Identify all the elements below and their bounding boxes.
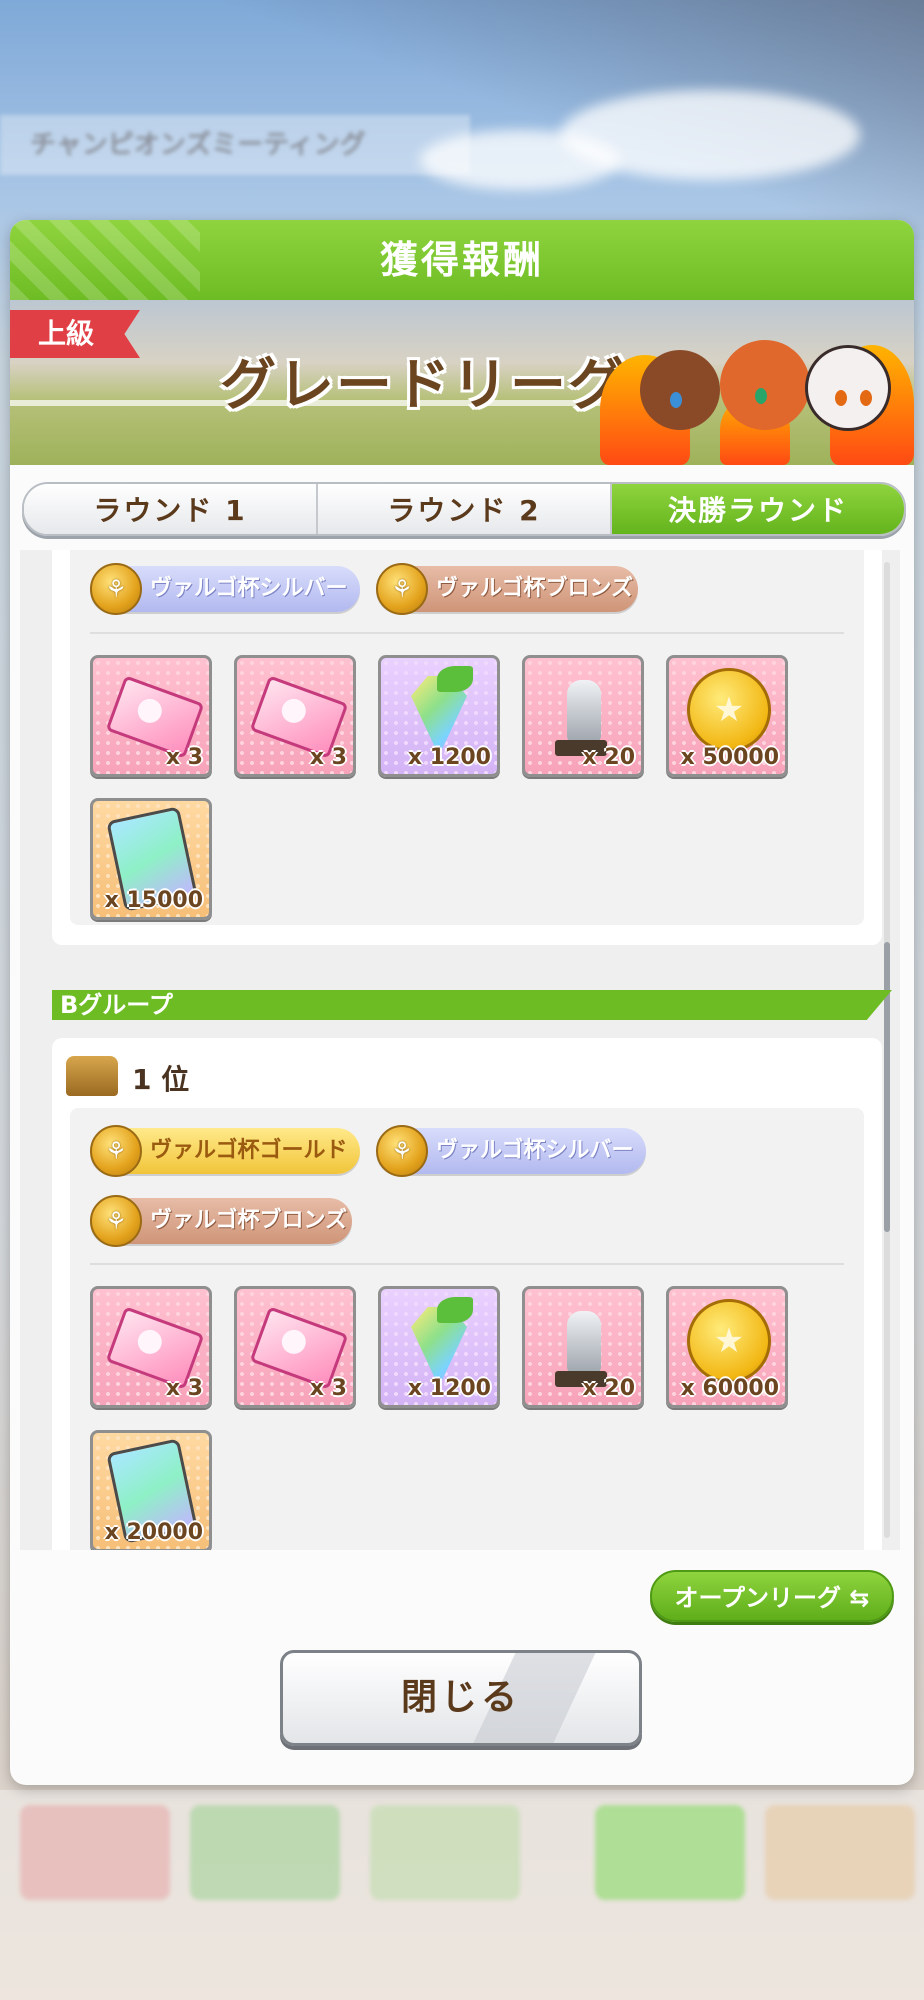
header-pattern	[10, 220, 200, 300]
item-quantity: x 3	[309, 745, 347, 770]
trophy-medal-icon: ⚘	[90, 1195, 142, 1247]
reward-item[interactable]: x 1200	[378, 1286, 500, 1408]
modal-header: 獲得報酬	[10, 220, 914, 300]
reward-item[interactable]: x 3	[234, 655, 356, 777]
tab-final-round[interactable]: 決勝ラウンド	[612, 484, 904, 534]
tier-badge: 上級	[10, 310, 140, 358]
trophy-medal-icon: ⚘	[90, 563, 142, 615]
reward-modal: 獲得報酬 上級 グレードリーグ ラウンド 1 ラウンド 2 決勝ラウンド ⚘ ヴ…	[10, 220, 914, 1785]
gold-coin-icon	[687, 668, 771, 752]
close-button-label: 閉じる	[400, 1677, 521, 1718]
reward-item[interactable]: x 60000	[666, 1286, 788, 1408]
scrollbar-thumb[interactable]	[884, 942, 890, 1232]
trophy-medal-icon: ⚘	[376, 1125, 428, 1177]
open-league-button[interactable]: オープンリーグ ⇆	[650, 1570, 894, 1622]
item-quantity: x 60000	[680, 1376, 779, 1401]
reward-item[interactable]: x 15000	[90, 798, 212, 920]
background-nav-tile	[595, 1805, 745, 1900]
trophy-chip-bronze: ⚘ ヴァルゴ杯ブロンズ	[90, 1195, 352, 1247]
modal-title: 獲得報酬	[379, 238, 544, 282]
group-b-header: Bグループ	[52, 990, 892, 1020]
item-quantity: x 50000	[680, 745, 779, 770]
league-banner: 上級 グレードリーグ	[10, 300, 914, 465]
item-quantity: x 1200	[407, 1376, 491, 1401]
item-quantity: x 20	[582, 745, 635, 770]
background-nav-tile	[190, 1805, 340, 1900]
character-illustration	[600, 300, 914, 465]
reward-item[interactable]: x 3	[234, 1286, 356, 1408]
background-nav-tile	[20, 1805, 170, 1900]
background-nav-tile	[765, 1805, 915, 1900]
horse-statue-icon	[567, 680, 601, 742]
reward-panel: ⚘ ヴァルゴ杯ゴールド ⚘ ヴァルゴ杯シルバー ⚘ ヴァルゴ杯ブロンズ x 3	[70, 1108, 864, 1550]
reward-list[interactable]: ⚘ ヴァルゴ杯シルバー ⚘ ヴァルゴ杯ブロンズ x 3 x 3 x 1200 x…	[20, 550, 900, 1550]
trophy-chip-silver: ⚘ ヴァルゴ杯シルバー	[90, 563, 360, 615]
group-a-reward-card: ⚘ ヴァルゴ杯シルバー ⚘ ヴァルゴ杯ブロンズ x 3 x 3 x 1200 x…	[52, 550, 882, 945]
item-quantity: x 3	[165, 745, 203, 770]
trophy-chip-gold: ⚘ ヴァルゴ杯ゴールド	[90, 1125, 360, 1177]
item-quantity: x 1200	[407, 745, 491, 770]
background-nav-tile	[370, 1805, 520, 1900]
reward-item[interactable]: x 20	[522, 1286, 644, 1408]
reward-item[interactable]: x 3	[90, 655, 212, 777]
item-quantity: x 20	[582, 1376, 635, 1401]
horse-statue-icon	[567, 1311, 601, 1373]
tab-round-1[interactable]: ラウンド 1	[24, 484, 318, 534]
reward-panel: ⚘ ヴァルゴ杯シルバー ⚘ ヴァルゴ杯ブロンズ x 3 x 3 x 1200 x…	[70, 550, 864, 925]
reward-item[interactable]: x 20	[522, 655, 644, 777]
scrollbar[interactable]	[884, 562, 890, 1538]
reward-item[interactable]: x 50000	[666, 655, 788, 777]
group-b-reward-card: 1 位 ⚘ ヴァルゴ杯ゴールド ⚘ ヴァルゴ杯シルバー ⚘ ヴァルゴ杯ブロンズ	[52, 1038, 882, 1550]
league-title: グレードリーグ	[220, 353, 626, 418]
item-quantity: x 3	[309, 1376, 347, 1401]
divider	[90, 1263, 844, 1265]
gold-coin-icon	[687, 1299, 771, 1383]
background-event-banner: チャンピオンズミーティング	[0, 115, 470, 175]
trophy-medal-icon: ⚘	[90, 1125, 142, 1177]
reward-item[interactable]: x 20000	[90, 1430, 212, 1550]
item-quantity: x 3	[165, 1376, 203, 1401]
trophy-chip-bronze: ⚘ ヴァルゴ杯ブロンズ	[376, 563, 638, 615]
item-quantity: x 20000	[104, 1520, 203, 1545]
reward-item[interactable]: x 3	[90, 1286, 212, 1408]
treasure-chest-icon	[66, 1056, 118, 1096]
divider	[90, 632, 844, 634]
round-tabs: ラウンド 1 ラウンド 2 決勝ラウンド	[22, 482, 906, 536]
trophy-medal-icon: ⚘	[376, 563, 428, 615]
reward-item[interactable]: x 1200	[378, 655, 500, 777]
close-button[interactable]: 閉じる	[280, 1650, 642, 1746]
rank-label: 1 位	[132, 1063, 190, 1096]
item-quantity: x 15000	[104, 888, 203, 913]
trophy-chip-silver: ⚘ ヴァルゴ杯シルバー	[376, 1125, 646, 1177]
tab-round-2[interactable]: ラウンド 2	[318, 484, 612, 534]
